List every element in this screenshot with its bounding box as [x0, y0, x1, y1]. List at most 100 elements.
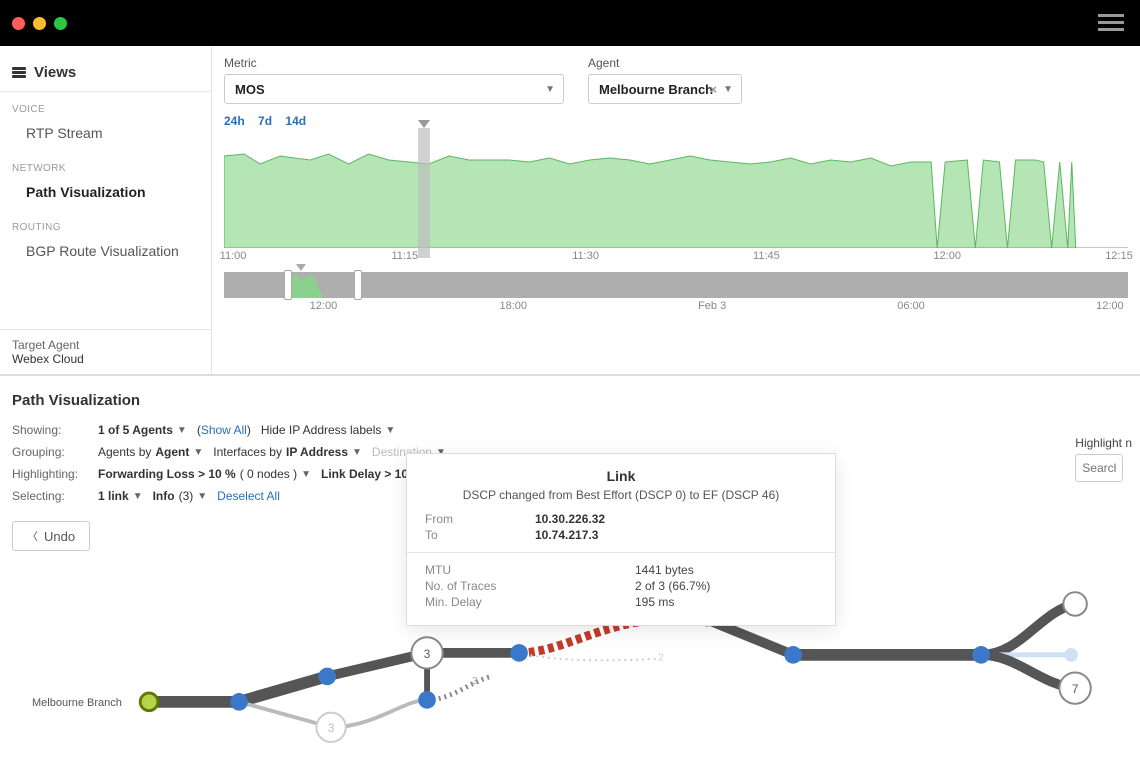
tick: 12:00 [1096, 300, 1124, 312]
tick: 11:30 [572, 250, 599, 262]
range-14d[interactable]: 14d [285, 114, 306, 128]
views-sidebar: Views VOICE RTP Stream NETWORK Path Visu… [0, 46, 212, 374]
agent-value: Melbourne Branch [599, 82, 713, 97]
timeline-ticks: 11:00 11:15 11:30 11:45 12:00 12:15 [224, 248, 1128, 266]
chevron-down-icon: ▼ [352, 447, 362, 458]
target-agent-value: Webex Cloud [12, 352, 199, 366]
highlight-search: Highlight n [1075, 436, 1132, 482]
agents-by-dropdown[interactable]: Agents by Agent ▼ [98, 445, 203, 459]
range-7d[interactable]: 7d [258, 114, 272, 128]
svg-text:3: 3 [328, 722, 335, 735]
maximize-window-icon[interactable] [54, 17, 67, 30]
section-routing: ROUTING [0, 210, 211, 237]
hamburger-menu-icon[interactable] [1098, 14, 1124, 31]
metric-value: MOS [235, 82, 265, 97]
range-24h[interactable]: 24h [224, 114, 245, 128]
chevron-down-icon: ▼ [197, 491, 207, 502]
search-input[interactable] [1075, 454, 1123, 482]
sidebar-item-path-visualization[interactable]: Path Visualization [0, 178, 211, 210]
tick: 12:00 [310, 300, 338, 312]
tick: 18:00 [500, 300, 528, 312]
time-range-tabs: 24h 7d 14d [224, 114, 1128, 128]
to-label: To [425, 528, 535, 542]
target-agent-box: Target Agent Webex Cloud [0, 329, 211, 374]
svg-text:3: 3 [424, 648, 431, 661]
delay-value: 195 ms [635, 595, 674, 609]
svg-text:2: 2 [658, 653, 663, 664]
chart-panel: Metric MOS ▼ Agent Melbourne Branch × ▼ … [212, 46, 1140, 374]
showing-agents-dropdown[interactable]: 1 of 5 Agents ▼ [98, 423, 187, 437]
svg-text:3: 3 [472, 676, 477, 687]
brush-marker-icon [296, 264, 306, 271]
highlighting-label: Highlighting: [12, 467, 88, 481]
section-network: NETWORK [0, 151, 211, 178]
selecting-label: Selecting: [12, 489, 88, 503]
undo-button[interactable]: 〈Undo [12, 521, 90, 551]
traces-value: 2 of 3 (66.7%) [635, 579, 710, 593]
path-map[interactable]: 3 3 7 3 2 Melbourne Branch Link DSCP cha… [12, 555, 1128, 755]
tooltip-subtitle: DSCP changed from Best Effort (DSCP 0) t… [425, 488, 817, 502]
path-visualization-panel: Path Visualization Showing: 1 of 5 Agent… [0, 376, 1140, 755]
to-value: 10.74.217.3 [535, 528, 598, 542]
agent-select[interactable]: Melbourne Branch × ▼ [588, 74, 742, 104]
metric-select[interactable]: MOS ▼ [224, 74, 564, 104]
chevron-down-icon: ▼ [545, 84, 555, 95]
tooltip-title: Link [425, 468, 817, 484]
clear-agent-icon[interactable]: × [709, 82, 717, 97]
views-header: Views [0, 54, 211, 92]
start-node-label: Melbourne Branch [32, 697, 122, 709]
mtu-value: 1441 bytes [635, 563, 694, 577]
brush-handle-right[interactable] [354, 270, 362, 300]
tick: 11:15 [391, 250, 418, 262]
showing-label: Showing: [12, 423, 88, 437]
from-label: From [425, 512, 535, 526]
tick: Feb 3 [698, 300, 726, 312]
hide-ip-dropdown[interactable]: Hide IP Address labels ▼ [261, 423, 395, 437]
tick: 11:00 [220, 250, 247, 262]
highlight-label: Highlight n [1075, 436, 1132, 450]
close-window-icon[interactable] [12, 17, 25, 30]
brush-timeline[interactable] [224, 272, 1128, 298]
pv-title: Path Visualization [12, 392, 1128, 409]
svg-text:7: 7 [1072, 683, 1079, 696]
sidebar-item-bgp-route[interactable]: BGP Route Visualization [0, 237, 211, 269]
window-titlebar [0, 0, 1140, 46]
mtu-label: MTU [425, 563, 635, 577]
tick: 12:15 [1105, 250, 1133, 262]
tick: 06:00 [897, 300, 925, 312]
show-all-link[interactable]: Show All [201, 423, 247, 437]
brush-ticks: 12:00 18:00 Feb 3 06:00 12:00 [224, 298, 1128, 316]
timeline-chart[interactable] [224, 138, 1128, 248]
info-dropdown[interactable]: Info (3) ▼ [153, 489, 208, 503]
brush-handle-left[interactable] [284, 270, 292, 300]
section-voice: VOICE [0, 92, 211, 119]
interfaces-by-dropdown[interactable]: Interfaces by IP Address ▼ [213, 445, 362, 459]
grouping-label: Grouping: [12, 445, 88, 459]
tick: 11:45 [753, 250, 780, 262]
minimize-window-icon[interactable] [33, 17, 46, 30]
selecting-links-dropdown[interactable]: 1 link ▼ [98, 489, 143, 503]
link-tooltip: Link DSCP changed from Best Effort (DSCP… [406, 453, 836, 626]
time-cursor[interactable] [418, 128, 430, 258]
chevron-down-icon: ▼ [385, 425, 395, 436]
chevron-down-icon: ▼ [177, 425, 187, 436]
tick: 12:00 [933, 250, 961, 262]
from-value: 10.30.226.32 [535, 512, 605, 526]
traces-label: No. of Traces [425, 579, 635, 593]
chevron-down-icon: ▼ [133, 491, 143, 502]
sidebar-item-rtp-stream[interactable]: RTP Stream [0, 119, 211, 151]
forwarding-loss-filter[interactable]: Forwarding Loss > 10 % ( 0 nodes ) ▼ [98, 467, 311, 481]
metric-label: Metric [224, 56, 564, 70]
chevron-down-icon: ▼ [301, 469, 311, 480]
chevron-left-icon: 〈 [27, 528, 38, 544]
delay-label: Min. Delay [425, 595, 635, 609]
deselect-all-link[interactable]: Deselect All [217, 489, 280, 503]
cursor-triangle-icon [418, 120, 430, 128]
views-title: Views [34, 64, 76, 81]
target-agent-label: Target Agent [12, 338, 199, 352]
layers-icon [12, 67, 26, 78]
chevron-down-icon: ▼ [723, 84, 733, 95]
agent-label: Agent [588, 56, 742, 70]
area-chart-svg [224, 138, 1128, 248]
chevron-down-icon: ▼ [193, 447, 203, 458]
